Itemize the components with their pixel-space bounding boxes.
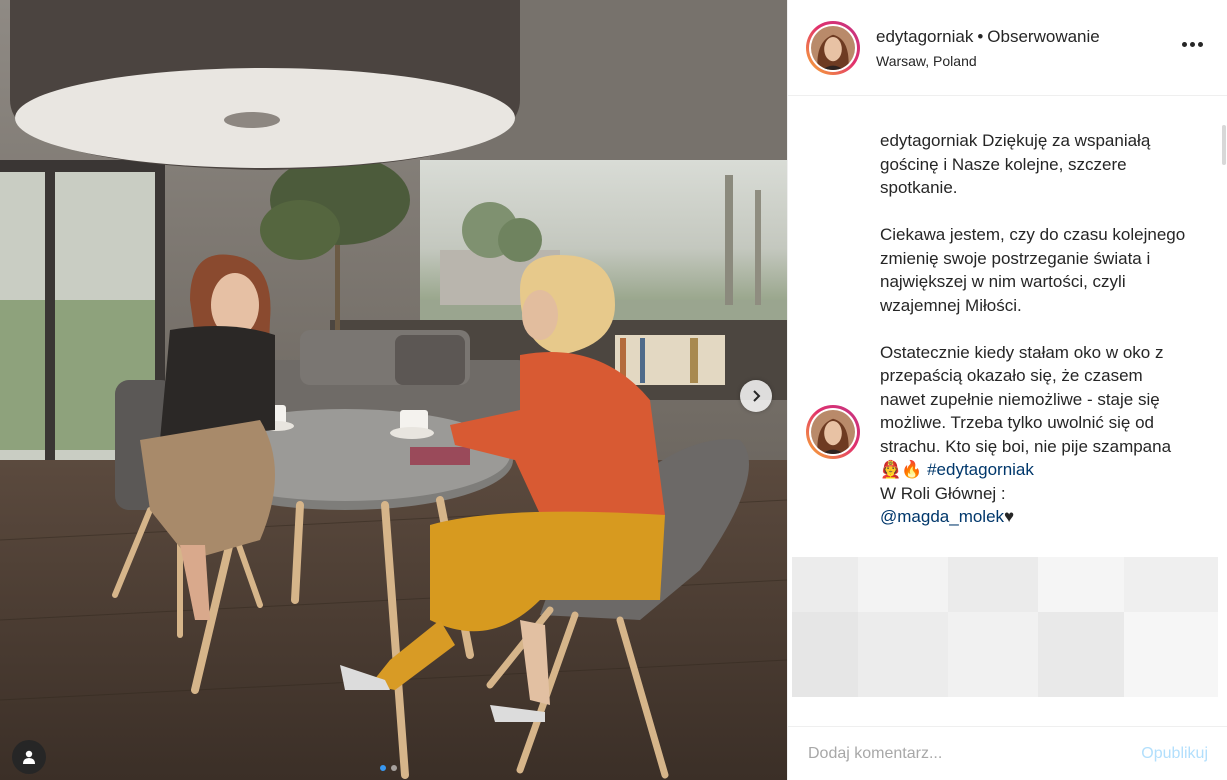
comment-form: Opublikuj (788, 726, 1227, 780)
comments-area[interactable]: edytagorniak Dziękuję za wspaniałą gości… (788, 97, 1227, 717)
post-photo[interactable] (0, 0, 787, 780)
heart-icon: ♥ (1004, 507, 1015, 526)
carousel-dot (391, 765, 397, 771)
hashtag-link[interactable]: #edytagorniak (927, 460, 1034, 479)
photo-scene (0, 0, 787, 780)
caption-avatar[interactable] (806, 405, 860, 459)
post-side-panel: edytagorniak • Obserwowanie Warsaw, Poland… (787, 0, 1227, 780)
header-text: edytagorniak • Obserwowanie Warsaw, Poland (876, 27, 1100, 69)
profile-photo-small (811, 410, 855, 454)
blurred-comments (792, 557, 1218, 717)
profile-photo (811, 25, 855, 70)
role-line: W Roli Głównej : (880, 483, 1006, 503)
caption-text: edytagorniak Dziękuję za wspaniałą gości… (880, 129, 1188, 529)
username-link[interactable]: edytagorniak (876, 27, 973, 46)
following-button[interactable]: Obserwowanie (987, 27, 1099, 46)
post-header: edytagorniak • Obserwowanie Warsaw, Poland (788, 0, 1227, 96)
more-options-button[interactable] (1178, 38, 1207, 51)
tagged-users-button[interactable] (12, 740, 46, 774)
carousel-indicator (380, 765, 397, 771)
caption-paragraph-1: edytagorniak Dziękuję za wspaniałą gości… (880, 129, 1188, 200)
location-link[interactable]: Warsaw, Poland (876, 53, 1100, 69)
caption-paragraph-3: Ostatecznie kiedy stałam oko w oko z prz… (880, 341, 1188, 529)
instagram-post: edytagorniak • Obserwowanie Warsaw, Poland… (0, 0, 1227, 780)
more-horizontal-icon (1182, 42, 1187, 47)
carousel-next-button[interactable] (740, 380, 772, 412)
caption-username[interactable]: edytagorniak (880, 131, 977, 150)
caption: edytagorniak Dziękuję za wspaniałą gości… (788, 97, 1227, 529)
header-line: edytagorniak • Obserwowanie (876, 27, 1100, 47)
carousel-dot-active (380, 765, 386, 771)
separator-dot: • (977, 26, 984, 46)
comment-input[interactable] (808, 744, 1108, 763)
user-icon (23, 750, 35, 764)
caption-paragraph-2: Ciekawa jestem, czy do czasu kolejnego z… (880, 225, 1186, 315)
mention-link[interactable]: @magda_molek (880, 507, 1004, 526)
chevron-right-icon (753, 390, 761, 402)
emoji-firefighter-fire: 🧑‍🚒🔥 (880, 460, 923, 479)
caption-body-3: Ostatecznie kiedy stałam oko w oko z prz… (880, 342, 1172, 456)
publish-button[interactable]: Opublikuj (1141, 745, 1208, 763)
avatar[interactable] (806, 20, 860, 75)
